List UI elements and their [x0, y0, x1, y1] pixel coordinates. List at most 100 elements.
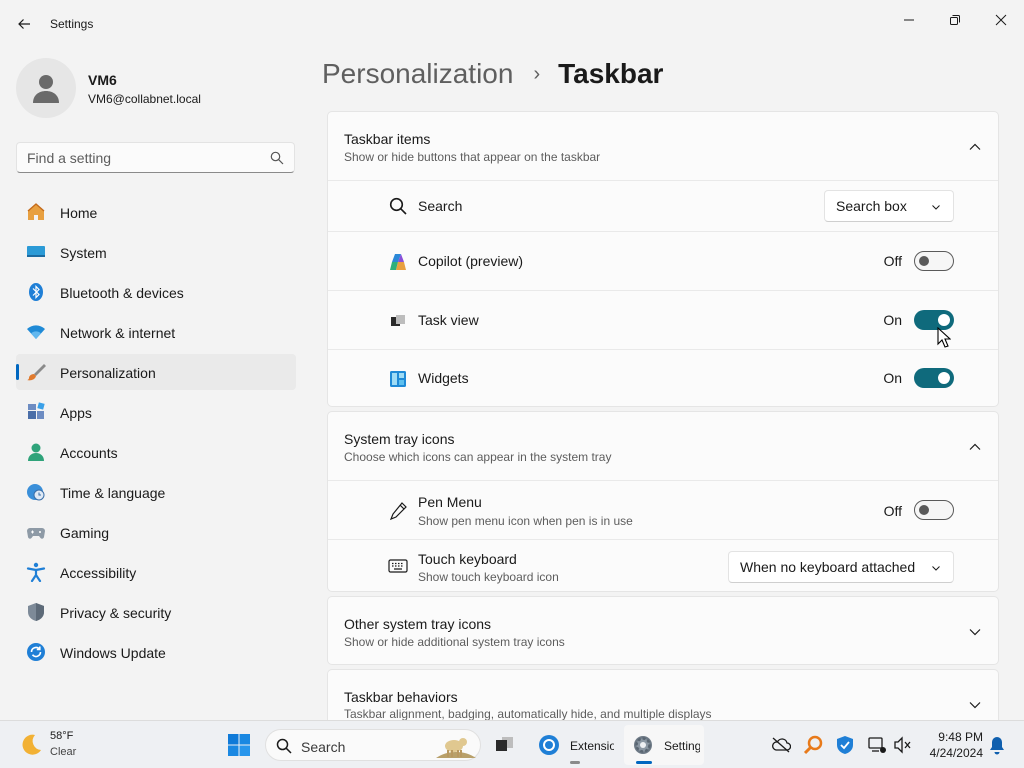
mouse-cursor-icon: [937, 327, 951, 348]
start-button[interactable]: [222, 727, 256, 763]
sidebar-item-apps[interactable]: Apps: [16, 394, 296, 430]
system-tray-card: System tray icons Choose which icons can…: [327, 411, 999, 592]
section-subtitle: Choose which icons can appear in the sys…: [344, 450, 612, 464]
toggle-knob: [938, 314, 950, 326]
active-indicator: [636, 761, 652, 764]
tray-security[interactable]: [834, 734, 856, 756]
globe-clock-icon: [26, 482, 46, 502]
tray-onedrive[interactable]: [770, 735, 792, 755]
touch-keyboard-description: Show touch keyboard icon: [418, 570, 559, 584]
sidebar-item-label: Bluetooth & devices: [60, 285, 184, 301]
bluetooth-icon: [26, 282, 46, 302]
notifications-button[interactable]: [986, 734, 1008, 756]
tray-network[interactable]: [866, 734, 888, 756]
toggle-knob: [919, 256, 929, 266]
back-button[interactable]: [10, 11, 38, 37]
person-icon: [33, 75, 59, 103]
search-icon: [276, 738, 292, 754]
weather-temperature: 58°F: [50, 730, 74, 742]
monitor-icon: [26, 242, 46, 262]
taskbar-items-header[interactable]: Taskbar items Show or hide buttons that …: [328, 112, 998, 180]
copilot-icon: [388, 252, 408, 272]
shield-check-icon: [837, 736, 853, 754]
tray-volume[interactable]: [892, 734, 914, 756]
minimize-button[interactable]: [886, 4, 932, 36]
sidebar-nav: Home System Bluetooth & devices Network …: [16, 194, 296, 674]
find-setting-box[interactable]: [16, 142, 295, 173]
sidebar-item-accessibility[interactable]: Accessibility: [16, 554, 296, 590]
taskbar-search-box[interactable]: Search: [265, 729, 481, 761]
sidebar-item-network[interactable]: Network & internet: [16, 314, 296, 350]
taskbar-app-settings[interactable]: Settings: [624, 725, 704, 765]
widgets-row: Widgets On: [328, 349, 998, 406]
toggle-knob: [938, 372, 950, 384]
restore-button[interactable]: [932, 4, 978, 36]
chrome-icon: [539, 735, 559, 755]
chevron-down-icon: [932, 205, 940, 210]
search-input[interactable]: [27, 150, 267, 166]
home-icon: [26, 202, 46, 222]
page-title: Taskbar: [558, 58, 664, 89]
pen-menu-label: Pen Menu: [418, 494, 482, 510]
breadcrumb-parent[interactable]: Personalization: [322, 58, 513, 90]
sidebar-item-windows-update[interactable]: Windows Update: [16, 634, 296, 670]
sidebar-item-system[interactable]: System: [16, 234, 296, 270]
other-tray-icons-card[interactable]: Other system tray icons Show or hide add…: [327, 596, 999, 665]
sidebar-item-bluetooth[interactable]: Bluetooth & devices: [16, 274, 296, 310]
brush-icon: [26, 362, 46, 382]
touch-keyboard-dropdown[interactable]: When no keyboard attached: [728, 551, 954, 583]
widgets-toggle[interactable]: [914, 368, 954, 388]
copilot-state: Off: [883, 253, 902, 269]
windows-taskbar: 58°F Clear Search Extensio Settings 9:48…: [0, 720, 1024, 768]
section-title: System tray icons: [344, 431, 455, 447]
clock-time[interactable]: 9:48 PM: [921, 730, 983, 744]
sidebar-item-label: Privacy & security: [60, 605, 172, 621]
avatar[interactable]: [16, 58, 76, 118]
taskbar-behaviors-card[interactable]: Taskbar behaviors Taskbar alignment, bad…: [327, 669, 999, 721]
restore-icon: [950, 15, 960, 25]
sidebar-item-gaming[interactable]: Gaming: [16, 514, 296, 550]
running-indicator: [570, 761, 580, 764]
section-title: Taskbar items: [344, 131, 431, 147]
copilot-toggle[interactable]: [914, 251, 954, 271]
minimize-icon: [904, 19, 914, 21]
sidebar-item-privacy[interactable]: Privacy & security: [16, 594, 296, 630]
pen-menu-toggle[interactable]: [914, 500, 954, 520]
section-subtitle: Show or hide buttons that appear on the …: [344, 150, 601, 164]
taskbar-app-chrome[interactable]: Extensio: [532, 725, 618, 765]
sidebar-item-label: Time & language: [60, 485, 166, 501]
clock-date[interactable]: 4/24/2024: [921, 746, 983, 760]
sidebar-item-accounts[interactable]: Accounts: [16, 434, 296, 470]
chevron-up-icon: [969, 143, 981, 150]
chevron-down-icon: [932, 566, 940, 571]
pen-menu-row: Pen Menu Show pen menu icon when pen is …: [328, 480, 998, 539]
sidebar-item-label: Personalization: [60, 365, 156, 381]
task-view-state: On: [883, 312, 902, 328]
section-subtitle: Show or hide additional system tray icon…: [344, 635, 565, 649]
sidebar-item-home[interactable]: Home: [16, 194, 296, 230]
copilot-row: Copilot (preview) Off: [328, 231, 998, 290]
sidebar-item-time-language[interactable]: Time & language: [16, 474, 296, 510]
moon-icon: [22, 734, 41, 755]
search-mode-dropdown[interactable]: Search box: [824, 190, 954, 222]
pen-icon: [388, 501, 408, 521]
close-button[interactable]: [978, 4, 1024, 36]
update-icon: [26, 642, 46, 662]
tray-magnifier[interactable]: [802, 734, 824, 756]
weather-widget[interactable]: [14, 729, 48, 761]
toggle-knob: [919, 505, 929, 515]
weather-description: Clear: [50, 746, 77, 758]
sidebar-item-personalization[interactable]: Personalization: [16, 354, 296, 390]
accessibility-icon: [26, 562, 46, 582]
sidebar-item-label: Accessibility: [60, 565, 137, 581]
copilot-label: Copilot (preview): [418, 253, 524, 269]
windows-logo-icon: [228, 734, 250, 756]
pen-menu-description: Show pen menu icon when pen is in use: [418, 514, 633, 528]
sidebar-item-label: Home: [60, 205, 98, 221]
bell-icon: [990, 737, 1004, 755]
system-tray-header[interactable]: System tray icons Choose which icons can…: [328, 412, 998, 480]
taskbar-app-label: Settings: [664, 739, 700, 753]
task-view-label: Task view: [418, 312, 479, 328]
search-icon: [388, 196, 408, 216]
task-view-button[interactable]: [487, 725, 523, 765]
